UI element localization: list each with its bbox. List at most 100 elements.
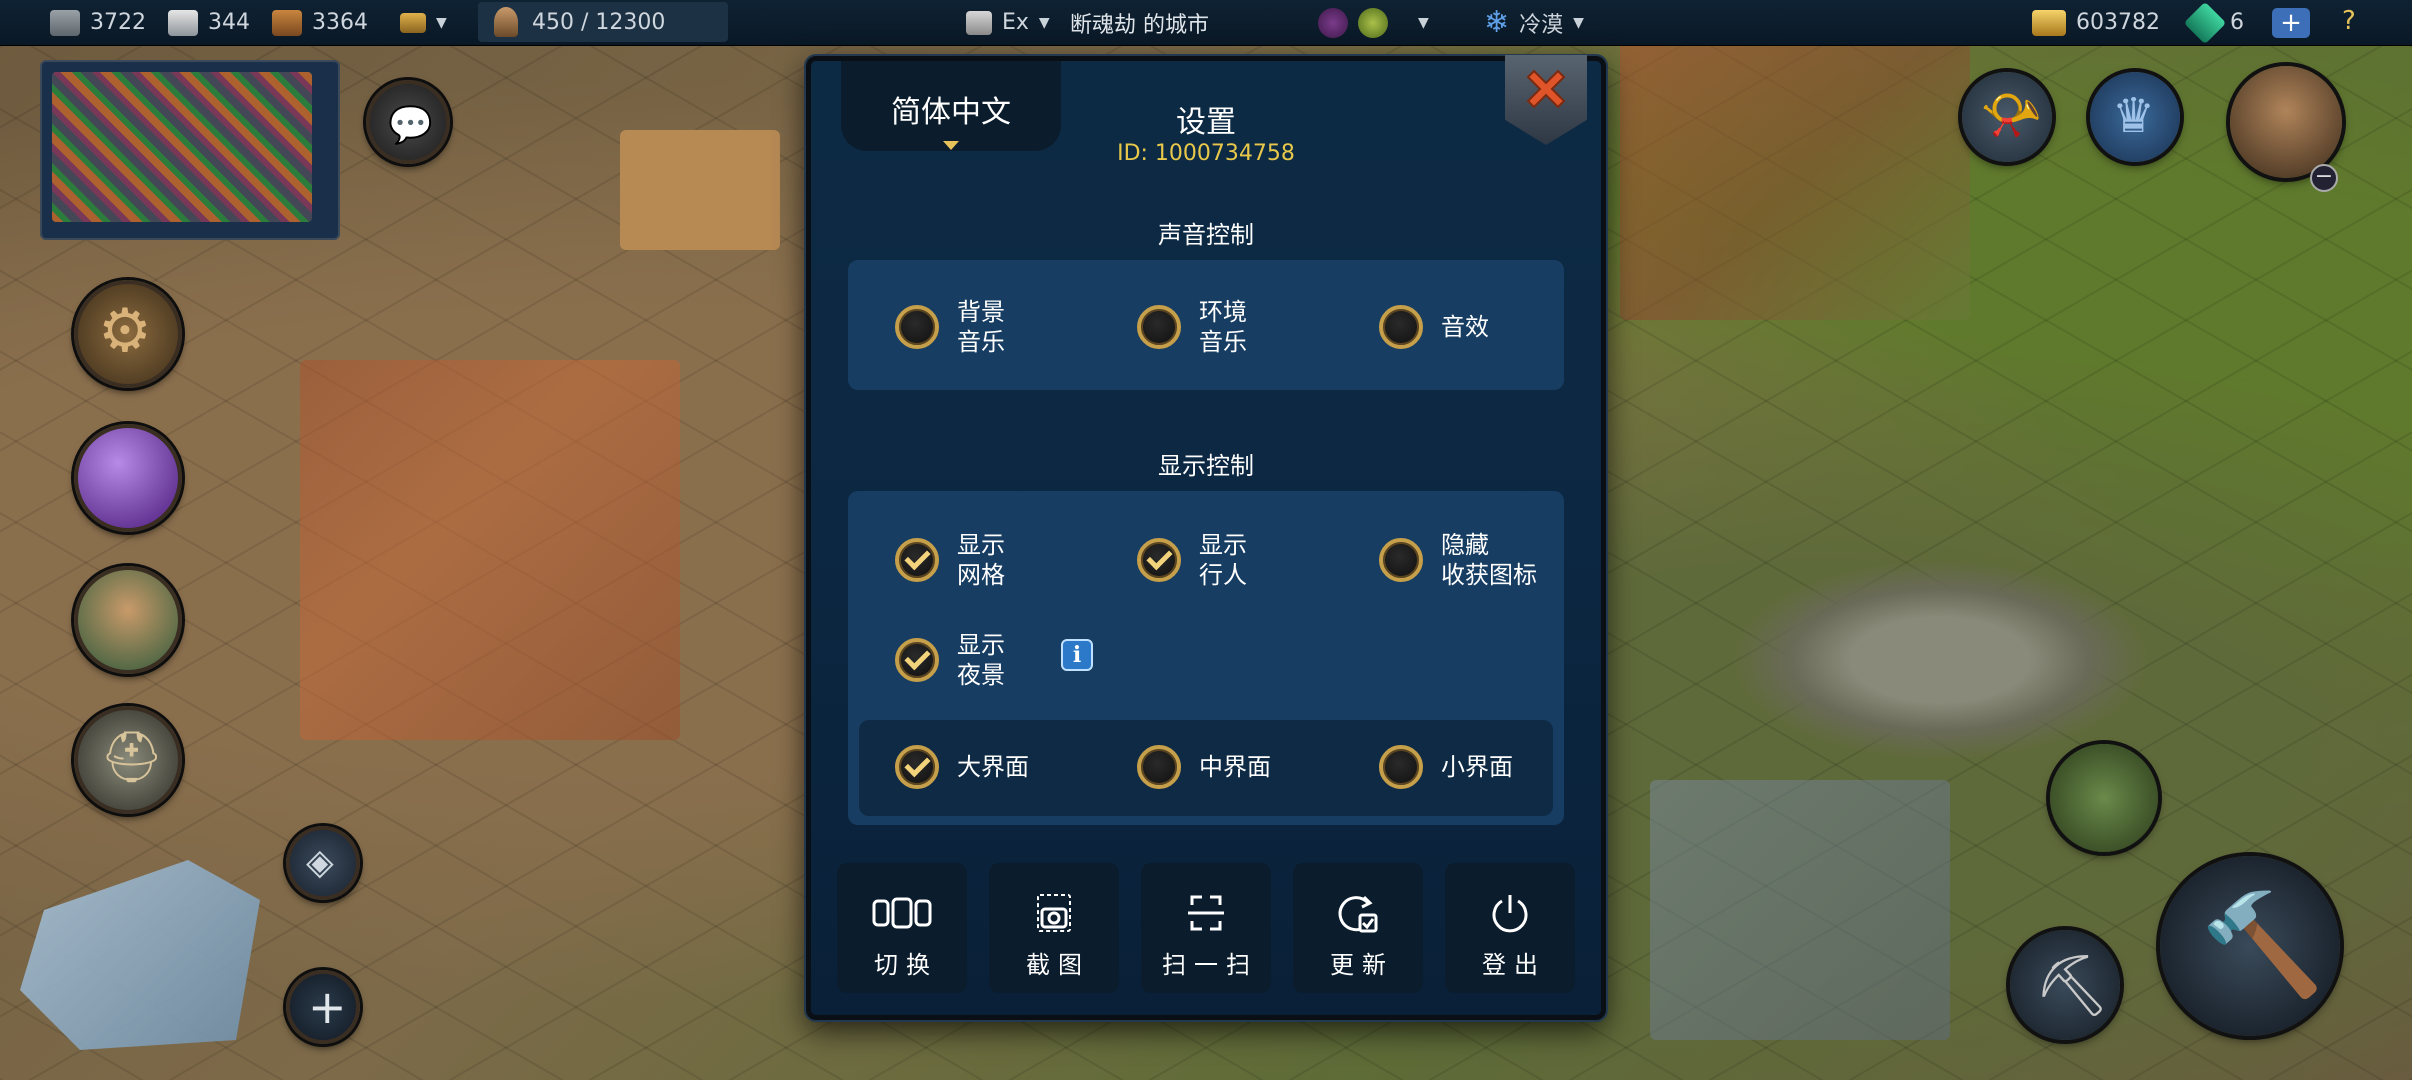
- grapes-icon: [1318, 7, 1348, 38]
- build-hammer-button[interactable]: 🔨: [2160, 856, 2340, 1036]
- shovel-button[interactable]: ⛏: [2010, 930, 2120, 1040]
- checkbox-icon: [1379, 538, 1423, 582]
- stone-block-icon: [50, 9, 80, 36]
- toggle-show-night[interactable]: 显示 夜景: [895, 630, 1005, 690]
- city-map-view[interactable]: 3722 344 3364 ▼ 450 / 12300 Ex ▼ 断魂劫 的城市: [0, 0, 2412, 1080]
- info-icon[interactable]: i: [1061, 639, 1093, 671]
- chevron-down-icon: ▼: [1038, 14, 1050, 31]
- empire-crown-button[interactable]: ♛: [2090, 72, 2180, 162]
- chevron-down-icon: ▼: [1573, 14, 1584, 31]
- scan-icon: [1188, 895, 1224, 931]
- sound-section-title: 声音控制: [1158, 221, 1254, 249]
- snowflake-icon: ❄: [1484, 5, 1510, 40]
- buy-gems-button[interactable]: +: [2272, 8, 2310, 38]
- option-label: 隐藏 收获图标: [1441, 531, 1537, 589]
- resource-stone[interactable]: 3722: [50, 0, 146, 46]
- governor-avatar[interactable]: [2230, 66, 2342, 178]
- road-button[interactable]: [2050, 744, 2158, 852]
- update-icon: [1338, 895, 1378, 933]
- advisors-button[interactable]: [74, 566, 182, 674]
- helmets-icon: ⛑: [100, 728, 164, 786]
- resource-value: 344: [208, 10, 250, 35]
- option-label: 显示 网格: [957, 531, 1005, 589]
- layers-button[interactable]: ◈: [286, 826, 360, 900]
- gem-icon: [2183, 1, 2227, 44]
- toggle-sound-effects[interactable]: 音效: [1379, 297, 1489, 357]
- hammer-icon: 🔨: [2200, 886, 2325, 1003]
- horn-icon: 📯: [1980, 86, 2043, 144]
- minimap[interactable]: [40, 60, 340, 240]
- goods-dropdown[interactable]: ▼: [1318, 0, 1429, 46]
- add-building-button[interactable]: +: [286, 970, 360, 1044]
- toggle-show-walkers[interactable]: 显示 行人: [1137, 530, 1247, 590]
- checkbox-icon: [1379, 305, 1423, 349]
- option-label: 显示 行人: [1199, 531, 1247, 589]
- screenshot-button[interactable]: 截图: [989, 863, 1119, 993]
- wood-icon: [272, 9, 302, 36]
- toggle-background-music[interactable]: 背景 音乐: [895, 297, 1005, 357]
- difficulty-label: Ex: [1002, 10, 1029, 35]
- chat-button[interactable]: 💬: [366, 80, 450, 164]
- action-label: 扫一扫: [1162, 951, 1258, 979]
- ui-size-large[interactable]: 大界面: [895, 745, 1029, 789]
- switch-accounts-icon: [872, 897, 932, 929]
- checkbox-checked-icon: [895, 745, 939, 789]
- storage-dropdown[interactable]: ▼: [400, 0, 447, 46]
- minus-icon[interactable]: −: [2310, 164, 2338, 192]
- update-button[interactable]: 更新: [1293, 863, 1423, 993]
- marble-icon: [168, 9, 198, 36]
- toggle-show-grid[interactable]: 显示 网格: [895, 530, 1005, 590]
- toggle-ambient-music[interactable]: 环境 音乐: [1137, 297, 1247, 357]
- action-label: 切换: [874, 951, 938, 979]
- gem-value: 6: [2230, 10, 2244, 35]
- magic-orb-button[interactable]: [74, 424, 182, 532]
- dialog-title: 设置: [1176, 105, 1236, 140]
- action-label: 截图: [1026, 951, 1090, 979]
- scan-button[interactable]: 扫一扫: [1141, 863, 1271, 993]
- gear-icon: ⚙: [98, 296, 152, 366]
- mountain: [1730, 560, 2150, 760]
- resource-wood[interactable]: 3364: [272, 0, 368, 46]
- resource-marble[interactable]: 344: [168, 0, 250, 46]
- military-button[interactable]: ⛑: [74, 706, 182, 814]
- blueprint-build-button[interactable]: [20, 860, 260, 1050]
- option-label: 小界面: [1441, 753, 1513, 781]
- checkbox-checked-icon: [895, 638, 939, 682]
- gold-value: 603782: [2076, 10, 2160, 35]
- temple-column-icon: [966, 10, 992, 35]
- warehouse-icon: [400, 12, 426, 33]
- chevron-down-icon: ▼: [436, 14, 447, 31]
- settings-gear-button[interactable]: ⚙: [74, 280, 182, 388]
- city-name-text: 断魂劫 的城市: [1070, 12, 1209, 38]
- season-dropdown[interactable]: ❄ 冷漠 ▼: [1484, 0, 1584, 46]
- checkbox-icon: [1137, 745, 1181, 789]
- season-label: 冷漠: [1519, 12, 1564, 38]
- logout-button[interactable]: 登出: [1445, 863, 1575, 993]
- population-value: 450 / 12300: [532, 9, 666, 35]
- gold-bars-icon: [2032, 9, 2066, 36]
- difficulty-dropdown[interactable]: Ex ▼: [966, 0, 1050, 46]
- checkbox-icon: [1137, 305, 1181, 349]
- action-label: 更新: [1330, 951, 1394, 979]
- screenshot-icon: [1037, 894, 1071, 932]
- plus-icon: +: [308, 980, 347, 1034]
- gold-counter: 603782: [2032, 0, 2160, 46]
- option-label: 大界面: [957, 753, 1029, 781]
- option-label: 中界面: [1199, 753, 1271, 781]
- checkbox-icon: [895, 305, 939, 349]
- ui-size-small[interactable]: 小界面: [1379, 745, 1513, 789]
- horn-button[interactable]: 📯: [1962, 72, 2052, 162]
- layers-icon: ◈: [306, 842, 334, 883]
- population-box[interactable]: 450 / 12300: [478, 2, 728, 42]
- crown-icon: ♛: [2112, 88, 2156, 144]
- option-label: 显示 夜景: [957, 631, 1005, 689]
- top-resource-bar: 3722 344 3364 ▼ 450 / 12300 Ex ▼ 断魂劫 的城市: [0, 0, 2412, 46]
- switch-account-button[interactable]: 切换: [837, 863, 967, 993]
- checkbox-checked-icon: [1137, 538, 1181, 582]
- toggle-hide-harvest-icons[interactable]: 隐藏 收获图标: [1379, 530, 1537, 590]
- city-name[interactable]: 断魂劫 的城市: [1070, 0, 1209, 46]
- ui-size-medium[interactable]: 中界面: [1137, 745, 1271, 789]
- settings-dialog: 简体中文 设置 ID: 1000734758 声音控制 背景 音乐 环境 音乐 …: [806, 55, 1606, 1020]
- chat-bubble-icon: 💬: [388, 105, 433, 146]
- help-button[interactable]: ?: [2342, 6, 2356, 36]
